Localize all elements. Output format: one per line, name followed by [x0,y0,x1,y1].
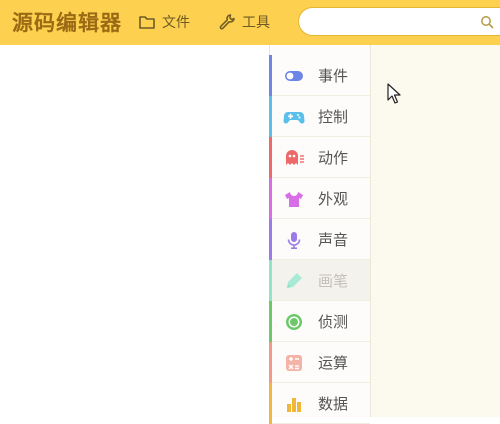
wrench-icon [219,14,235,30]
app-logo[interactable]: 源码编辑器 [12,9,122,37]
category-control[interactable]: 控制 [269,96,370,137]
category-sound[interactable]: 声音 [269,219,370,260]
category-label: 事件 [318,67,349,85]
microphone-icon [287,232,301,250]
category-label: 声音 [318,231,349,249]
gamepad-icon [283,112,305,124]
tools-menu-label: 工具 [242,15,270,31]
category-motion[interactable]: 动作 [269,137,370,178]
category-stripe [269,219,272,260]
bar-chart-icon [287,398,301,412]
category-operators[interactable]: 运算 [269,342,370,383]
category-label: 控制 [318,108,349,126]
category-pen[interactable]: 画笔 [269,260,370,301]
category-stripe [269,96,272,137]
category-events[interactable]: 事件 [269,55,370,96]
top-toolbar: 源码编辑器 文件 工具 [0,0,500,45]
tools-menu-button[interactable]: 工具 [218,11,270,33]
category-looks[interactable]: 外观 [269,178,370,219]
category-data[interactable]: 数据 [269,383,370,424]
radar-icon [286,314,302,330]
folder-icon [139,16,155,29]
toggle-icon [285,71,303,81]
category-sensing[interactable]: 侦测 [269,301,370,342]
ghost-icon [286,150,304,165]
stage-area[interactable] [0,45,269,417]
category-stripe [269,342,272,383]
search-icon[interactable] [480,15,494,29]
category-label: 侦测 [318,313,349,331]
category-label: 外观 [318,190,349,208]
category-label: 数据 [318,395,349,413]
category-stripe [269,383,272,424]
shirt-icon [285,192,303,207]
pen-icon [287,273,302,288]
category-stripe [269,55,272,96]
block-category-bar: 事件 控制 动作 外观 声音 画笔 侦测 运算 数据 [269,45,370,424]
category-label: 运算 [318,354,349,372]
category-stripe [269,301,272,342]
calculator-icon [286,355,302,371]
category-label: 画笔 [318,272,349,290]
category-stripe [269,137,272,178]
search-input[interactable] [311,13,475,30]
file-menu-button[interactable]: 文件 [138,11,190,33]
category-label: 动作 [318,149,349,167]
category-stripe [269,260,272,301]
category-stripe [269,178,272,219]
mouse-cursor-icon [387,83,401,104]
search-box[interactable] [298,7,500,36]
file-menu-label: 文件 [162,15,190,31]
